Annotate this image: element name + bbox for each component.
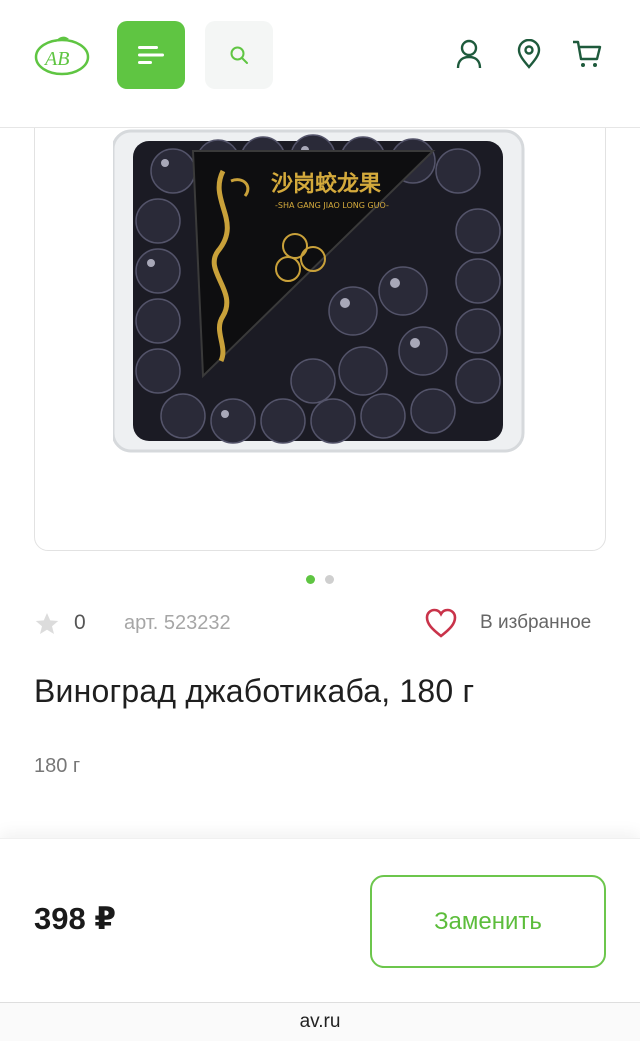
search-button[interactable] bbox=[205, 21, 273, 89]
product-title: Виноград джаботикаба, 180 г bbox=[34, 673, 475, 709]
product-image-card[interactable]: 沙岗蛟龙果 -SHA GANG JIAO LONG GUO- bbox=[34, 100, 606, 551]
search-icon bbox=[230, 46, 248, 64]
cart-icon bbox=[573, 40, 602, 67]
cart-button[interactable] bbox=[572, 38, 602, 70]
browser-url-bar[interactable]: av.ru bbox=[0, 1002, 640, 1041]
carousel-dot-active[interactable] bbox=[306, 575, 315, 584]
rating-count: 0 bbox=[74, 611, 86, 634]
menu-button[interactable] bbox=[117, 21, 185, 89]
heart-icon[interactable] bbox=[424, 607, 458, 639]
menu-icon bbox=[138, 46, 164, 64]
purchase-bar: 398 ₽ Заменить bbox=[0, 838, 640, 1002]
package-label-cn: 沙岗蛟龙果 bbox=[271, 171, 381, 197]
site-header: АВ bbox=[0, 0, 640, 128]
logo-icon[interactable]: АВ bbox=[33, 33, 91, 79]
carousel-dot[interactable] bbox=[325, 575, 334, 584]
product-meta-row: 0 арт. 523232 В избранное bbox=[34, 603, 606, 643]
product-price: 398 ₽ bbox=[34, 901, 116, 936]
product-photo: 沙岗蛟龙果 -SHA GANG JIAO LONG GUO- bbox=[113, 129, 525, 453]
url-text: av.ru bbox=[299, 1011, 341, 1032]
package-label-latin: -SHA GANG JIAO LONG GUO- bbox=[275, 201, 389, 210]
replace-button[interactable]: Заменить bbox=[370, 875, 606, 968]
location-button[interactable] bbox=[514, 38, 544, 70]
product-weight: 180 г bbox=[34, 755, 81, 777]
logo-text: АВ bbox=[43, 48, 69, 70]
add-to-favorites-link[interactable]: В избранное bbox=[480, 612, 591, 634]
location-pin-icon bbox=[517, 39, 541, 69]
user-icon bbox=[456, 39, 482, 69]
user-button[interactable] bbox=[454, 38, 484, 70]
article-number: арт. 523232 bbox=[124, 612, 231, 634]
carousel-indicators bbox=[0, 575, 640, 584]
star-icon bbox=[35, 613, 59, 634]
